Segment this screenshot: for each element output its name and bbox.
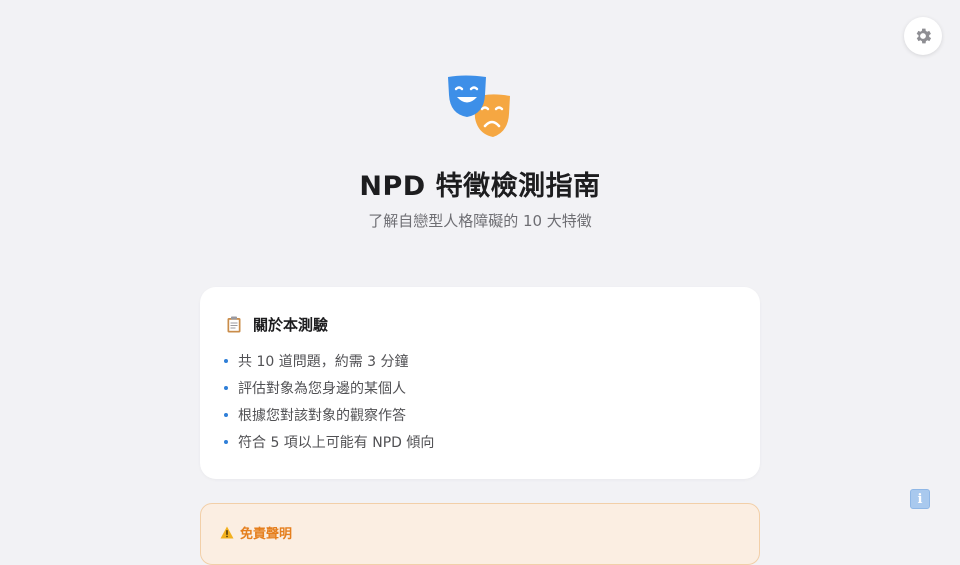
- disclaimer-box: 免責聲明: [200, 503, 760, 565]
- bullet-dot: [224, 439, 228, 444]
- clipboard-icon: [227, 316, 241, 333]
- gear-icon: [916, 28, 932, 44]
- bullet-dot: [224, 358, 228, 363]
- about-card-title: 關於本測驗: [253, 316, 329, 334]
- page-title: NPD 特徵檢測指南: [359, 171, 601, 202]
- list-item: 符合 5 項以上可能有 NPD 傾向: [224, 428, 434, 455]
- list-item-text: 符合 5 項以上可能有 NPD 傾向: [238, 434, 435, 451]
- about-card: 關於本測驗 共 10 道問題，約需 3 分鐘 評估對象為您身邊的某個人 根據您對…: [200, 287, 760, 479]
- warning-icon: [220, 526, 234, 539]
- bullet-dot: [224, 385, 228, 390]
- info-icon: i: [917, 491, 923, 507]
- list-item: 評估對象為您身邊的某個人: [224, 374, 434, 401]
- disclaimer-header: 免責聲明: [220, 523, 292, 542]
- disclaimer-title: 免責聲明: [240, 527, 293, 542]
- about-list: 共 10 道問題，約需 3 分鐘 評估對象為您身邊的某個人 根據您對該對象的觀察…: [224, 347, 434, 455]
- list-item: 根據您對該對象的觀察作答: [224, 401, 434, 428]
- list-item-text: 評估對象為您身邊的某個人: [238, 380, 406, 397]
- list-item: 共 10 道問題，約需 3 分鐘: [224, 347, 434, 374]
- settings-button[interactable]: [904, 17, 942, 55]
- list-item-text: 根據您對該對象的觀察作答: [238, 407, 406, 424]
- about-card-header: 關於本測驗: [227, 314, 328, 335]
- info-button[interactable]: i: [910, 489, 930, 509]
- list-item-text: 共 10 道問題，約需 3 分鐘: [238, 353, 409, 370]
- bullet-dot: [224, 412, 228, 417]
- page-subtitle: 了解自戀型人格障礙的 10 大特徵: [368, 212, 592, 230]
- theater-masks-icon: [448, 75, 510, 137]
